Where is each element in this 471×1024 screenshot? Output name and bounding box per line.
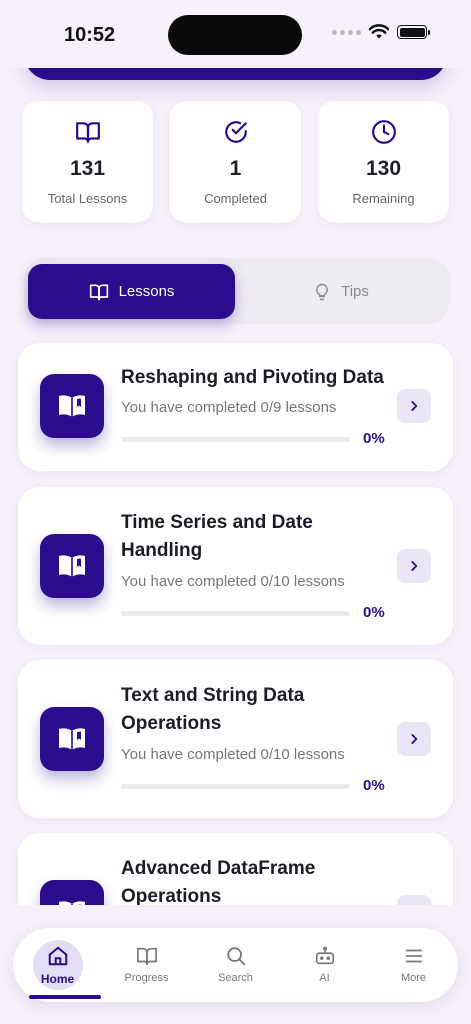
nav-label: Progress bbox=[124, 972, 169, 984]
lesson-open-button[interactable] bbox=[397, 549, 431, 583]
wifi-icon bbox=[369, 24, 389, 39]
stat-card-total: 131 Total Lessons bbox=[22, 101, 153, 222]
lesson-subtitle: You have completed 0/10 lessons bbox=[121, 573, 345, 590]
lesson-progress-bar bbox=[121, 784, 350, 789]
open-book-icon bbox=[59, 728, 85, 750]
nav-ai[interactable]: AI bbox=[280, 928, 369, 1002]
chevron-right-icon bbox=[411, 734, 418, 744]
clock-icon bbox=[371, 120, 396, 144]
lesson-title: Reshaping and Pivoting Data bbox=[121, 367, 384, 388]
lesson-progress-bar bbox=[121, 611, 350, 616]
lesson-book-icon bbox=[40, 534, 104, 598]
lesson-book-icon bbox=[40, 707, 104, 771]
search-icon bbox=[226, 947, 245, 966]
robot-icon bbox=[315, 946, 334, 965]
lesson-title: Advanced DataFrame Operations bbox=[121, 858, 316, 907]
tab-tips-label: Tips bbox=[341, 283, 369, 300]
lesson-open-button[interactable] bbox=[397, 722, 431, 756]
stat-label: Completed bbox=[204, 191, 267, 206]
nav-more[interactable]: More bbox=[369, 928, 458, 1002]
status-bar: 10:52 bbox=[0, 0, 471, 68]
menu-icon bbox=[405, 949, 422, 963]
status-icons bbox=[332, 24, 430, 40]
lesson-subtitle: You have completed 0/9 lessons bbox=[121, 399, 337, 416]
lesson-book-icon bbox=[40, 374, 104, 438]
book-icon bbox=[75, 122, 100, 143]
lesson-percent: 0% bbox=[363, 430, 385, 447]
bottom-tab-bar: Home Progress Search AI More bbox=[13, 928, 458, 1002]
stat-value: 131 bbox=[69, 157, 106, 180]
nav-label: Search bbox=[218, 972, 253, 984]
stat-card-remaining: 130 Remaining bbox=[318, 101, 449, 222]
stat-label: Remaining bbox=[352, 191, 415, 206]
stat-value: 130 bbox=[365, 157, 402, 180]
open-book-icon bbox=[59, 555, 85, 577]
nav-label: AI bbox=[319, 972, 330, 984]
lesson-open-button[interactable] bbox=[397, 389, 431, 423]
tab-lessons[interactable]: Lessons bbox=[28, 264, 235, 319]
active-tab-indicator bbox=[29, 995, 101, 999]
stat-label: Total Lessons bbox=[47, 191, 128, 206]
home-icon bbox=[48, 946, 67, 966]
nav-progress[interactable]: Progress bbox=[102, 928, 191, 1002]
book-icon bbox=[136, 947, 157, 966]
nav-label: More bbox=[400, 972, 427, 984]
check-circle-icon bbox=[224, 121, 247, 143]
chevron-right-icon bbox=[411, 401, 418, 411]
lesson-card[interactable]: Time Series and Date Handling You have c… bbox=[18, 487, 453, 645]
status-time: 10:52 bbox=[64, 24, 116, 46]
lesson-percent: 0% bbox=[363, 777, 385, 794]
lightbulb-icon bbox=[316, 283, 329, 300]
nav-search[interactable]: Search bbox=[191, 928, 280, 1002]
stat-value: 1 bbox=[229, 157, 242, 180]
signal-icon bbox=[332, 29, 361, 35]
stat-card-completed: 1 Completed bbox=[170, 101, 301, 222]
chevron-right-icon bbox=[411, 561, 418, 571]
lesson-card[interactable]: Text and String Data Operations You have… bbox=[18, 660, 453, 818]
open-book-icon bbox=[59, 395, 85, 417]
nav-label: Home bbox=[40, 972, 75, 986]
tab-tips[interactable]: Tips bbox=[237, 264, 445, 319]
lesson-subtitle: You have completed 0/10 lessons bbox=[121, 746, 345, 763]
nav-home[interactable]: Home bbox=[13, 928, 102, 1002]
dynamic-island bbox=[168, 15, 302, 55]
tab-lessons-label: Lessons bbox=[118, 283, 175, 300]
lessons-tips-segment: Lessons Tips bbox=[24, 258, 449, 324]
lesson-title: Time Series and Date Handling bbox=[121, 512, 313, 561]
lesson-card[interactable]: Reshaping and Pivoting Data You have com… bbox=[18, 343, 453, 471]
lesson-title: Text and String Data Operations bbox=[121, 685, 305, 734]
lesson-progress-bar bbox=[121, 437, 350, 442]
book-icon bbox=[89, 284, 108, 300]
battery-icon bbox=[397, 25, 430, 39]
lesson-percent: 0% bbox=[363, 604, 385, 621]
